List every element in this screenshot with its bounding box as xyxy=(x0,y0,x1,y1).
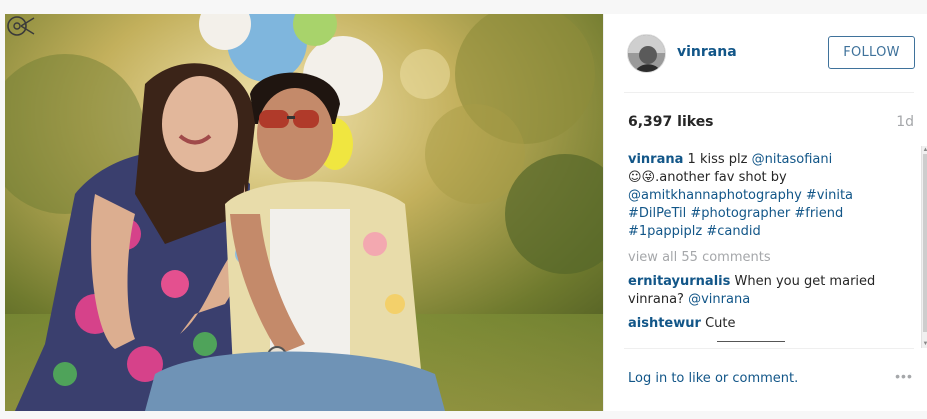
more-options-icon[interactable]: ••• xyxy=(890,368,918,386)
post-author-username[interactable]: vinrana xyxy=(677,44,737,60)
follow-button[interactable]: FOLLOW xyxy=(828,36,915,69)
caption-username[interactable]: vinrana xyxy=(628,152,683,167)
comment-username[interactable]: ernitayurnalis xyxy=(628,274,730,289)
mention-link[interactable]: @amitkhannaphotography xyxy=(628,188,802,203)
likes-count[interactable]: 6,397 likes xyxy=(628,114,714,130)
comments-list[interactable]: vinrana 1 kiss plz @nitasofiani ☺😜.anoth… xyxy=(628,151,913,344)
post-timestamp[interactable]: 1d xyxy=(896,114,914,130)
login-to-comment-link[interactable]: Log in to like or comment. xyxy=(628,371,798,386)
mention-link[interactable]: @nitasofiani xyxy=(752,152,833,167)
photographer-logo-icon xyxy=(7,16,35,36)
caption: vinrana 1 kiss plz @nitasofiani ☺😜.anoth… xyxy=(628,151,913,241)
truncated-comment-line xyxy=(717,341,785,342)
hashtag-link[interactable]: #DilPeTil xyxy=(628,206,686,221)
avatar[interactable] xyxy=(627,34,666,73)
caption-text-line2: ☺😜.another fav shot by xyxy=(628,170,787,185)
user-avatar-icon xyxy=(628,35,665,72)
list-item: ernitayurnalis When you get maried vinra… xyxy=(628,273,913,309)
hashtag-link[interactable]: #candid xyxy=(706,224,760,239)
caption-text: 1 kiss plz xyxy=(683,152,752,167)
scroll-up-icon[interactable]: ▲ xyxy=(922,146,927,154)
comment-username[interactable]: aishtewur xyxy=(628,316,701,331)
comment-text: Cute xyxy=(700,316,736,331)
footer-divider xyxy=(624,348,914,349)
hashtag-link[interactable]: #vinita xyxy=(806,188,853,203)
hashtag-link[interactable]: #photographer xyxy=(690,206,790,221)
scrollbar-thumb[interactable] xyxy=(923,154,927,332)
header-divider xyxy=(624,92,914,93)
post-photo[interactable] xyxy=(5,14,603,411)
post-details-panel: vinrana FOLLOW 6,397 likes 1d vinrana 1 … xyxy=(603,14,927,411)
scroll-down-icon[interactable]: ▼ xyxy=(922,340,927,348)
list-item: aishtewur Cute xyxy=(628,315,913,333)
view-all-comments-link[interactable]: view all 55 comments xyxy=(628,249,913,267)
hashtag-link[interactable]: #1pappiplz xyxy=(628,224,702,239)
hashtag-link[interactable]: #friend xyxy=(794,206,843,221)
comments-scrollbar[interactable]: ▲ ▼ xyxy=(921,146,927,348)
couple-photo-illustration xyxy=(5,14,603,411)
mention-link[interactable]: @vinrana xyxy=(688,292,750,307)
